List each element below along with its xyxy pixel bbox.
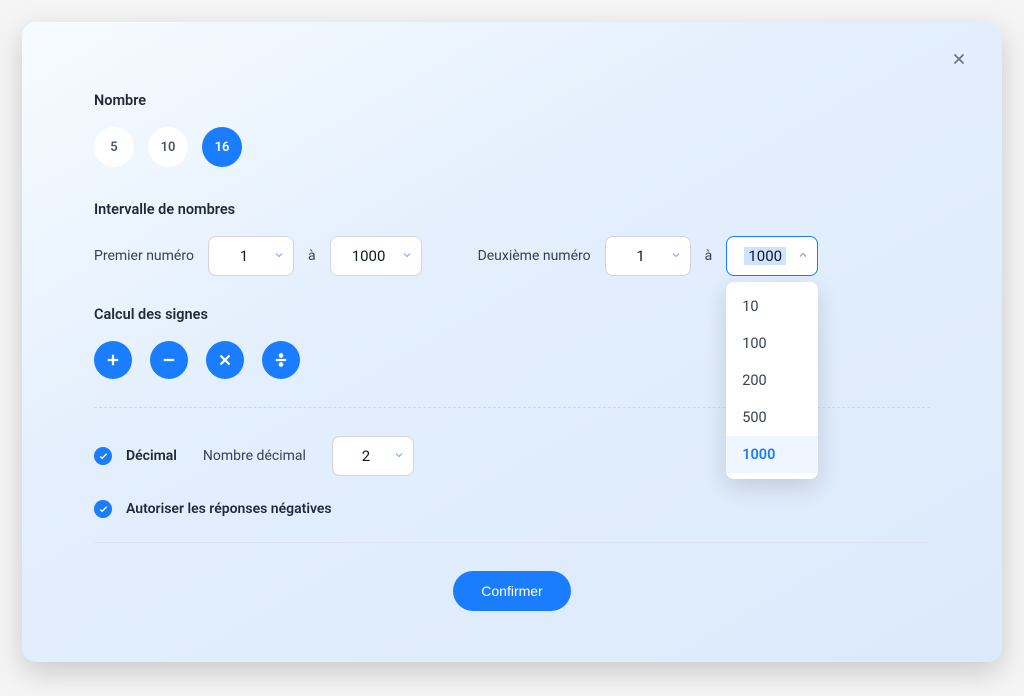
chevron-up-icon xyxy=(797,247,809,265)
negative-label: Autoriser les réponses négatives xyxy=(126,501,332,517)
chevron-down-icon xyxy=(670,247,682,265)
second-from-select[interactable]: 1 xyxy=(605,236,691,276)
dropdown-option-200[interactable]: 200 xyxy=(726,362,818,399)
confirm-row: Confirmer xyxy=(94,571,930,611)
confirm-button[interactable]: Confirmer xyxy=(453,571,570,611)
close-icon[interactable] xyxy=(950,50,972,72)
nombre-option-5[interactable]: 5 xyxy=(94,127,134,167)
first-from-select[interactable]: 1 xyxy=(208,236,294,276)
dropdown-option-10[interactable]: 10 xyxy=(726,288,818,325)
nombre-option-10[interactable]: 10 xyxy=(148,127,188,167)
decimal-sublabel: Nombre décimal xyxy=(203,448,306,464)
minus-icon[interactable] xyxy=(150,341,188,379)
plus-icon[interactable] xyxy=(94,341,132,379)
first-to-select[interactable]: 1000 xyxy=(330,236,422,276)
negative-checkbox[interactable] xyxy=(94,500,112,518)
dropdown-option-100[interactable]: 100 xyxy=(726,325,818,362)
dropdown-option-500[interactable]: 500 xyxy=(726,399,818,436)
decimal-select[interactable]: 2 xyxy=(332,436,414,476)
dropdown-option-1000[interactable]: 1000 xyxy=(726,436,818,473)
second-to-dropdown[interactable]: 10 100 200 500 1000 xyxy=(726,282,818,479)
decimal-label: Décimal xyxy=(126,448,177,464)
first-number-label: Premier numéro xyxy=(94,248,194,264)
multiply-icon[interactable] xyxy=(206,341,244,379)
nombre-option-16[interactable]: 16 xyxy=(202,127,242,167)
divide-icon[interactable] xyxy=(262,341,300,379)
a-separator-2: à xyxy=(705,248,713,264)
settings-modal: Nombre 5 10 16 Intervalle de nombres Pre… xyxy=(22,22,1002,662)
chevron-down-icon xyxy=(273,247,285,265)
a-separator-1: à xyxy=(308,248,316,264)
chevron-down-icon xyxy=(393,447,405,465)
nombre-title: Nombre xyxy=(94,92,930,109)
divider-bottom xyxy=(94,542,930,543)
second-number-label: Deuxième numéro xyxy=(478,248,591,264)
interval-row: Premier numéro 1 à 1000 Deuxième numéro … xyxy=(94,236,930,276)
decimal-checkbox[interactable] xyxy=(94,447,112,465)
second-to-select[interactable]: 1000 xyxy=(726,236,818,276)
chevron-down-icon xyxy=(401,247,413,265)
negative-row: Autoriser les réponses négatives xyxy=(94,500,930,518)
nombre-options: 5 10 16 xyxy=(94,127,930,167)
interval-title: Intervalle de nombres xyxy=(94,201,930,218)
